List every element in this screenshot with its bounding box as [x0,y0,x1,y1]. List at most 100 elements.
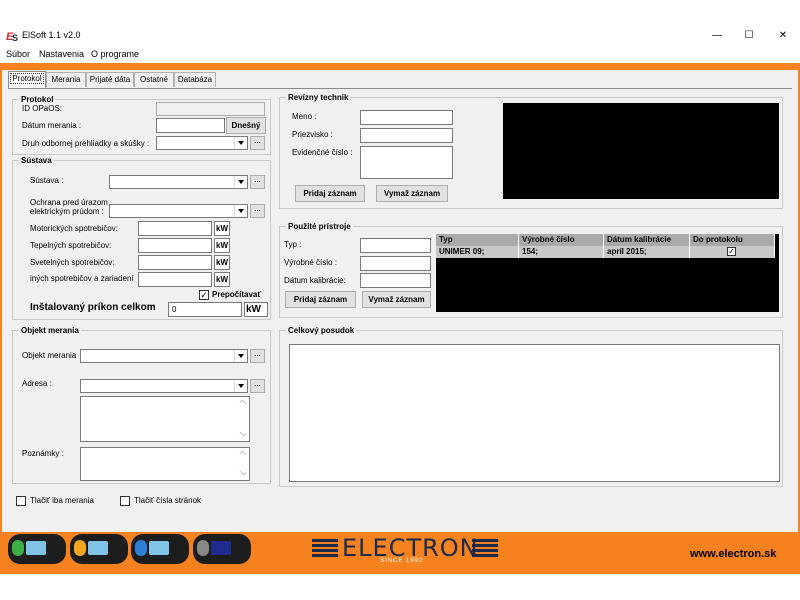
website-link[interactable]: www.electron.sk [690,548,776,560]
technik-list-panel[interactable] [503,103,779,199]
adresa-browse-button[interactable]: ... [250,379,265,393]
device-image-3 [131,534,189,564]
chevron-down-icon[interactable] [234,380,247,392]
scroll-up-icon[interactable] [239,450,247,458]
datum-merania-label: Dátum merania : [22,121,82,130]
window-title: ElSoft 1.1 v2.0 [22,30,81,40]
chevron-down-icon[interactable] [234,137,247,149]
tab-protokol[interactable]: Protokol [8,71,46,88]
typ-field[interactable] [360,238,431,253]
logo-stripes-left [312,539,338,557]
sustava-select[interactable] [109,175,248,189]
motorickych-field[interactable] [138,221,212,236]
scroll-down-icon[interactable] [239,468,247,476]
scroll-down-icon[interactable] [239,429,247,437]
prepocitavat-checkbox[interactable]: ✓ [199,290,209,300]
poznamky-scrollbar[interactable] [237,448,249,480]
ochrana-label-line1: Ochrana pred úrazom [30,198,108,207]
title-bar: E S ElSoft 1.1 v2.0 — ☐ ✕ [0,25,800,47]
druh-prehliadky-select[interactable] [156,136,248,150]
objekt-merania-browse-button[interactable]: ... [250,349,265,363]
adresa-scrollbar[interactable] [237,397,249,441]
tlacit-iba-merania-checkbox[interactable] [16,496,26,506]
datum-merania-field[interactable] [156,118,225,133]
menu-bar: Súbor Nastavenia O programe [0,47,800,63]
logo-stripes-right [472,539,498,557]
inych-field[interactable] [138,272,212,287]
objekt-merania-select[interactable] [80,349,248,363]
maximize-button[interactable]: ☐ [732,26,766,46]
evidencne-cislo-label: Evidenčné číslo : [292,148,353,157]
sustava-label: Sústava : [30,176,64,185]
id-opaos-field[interactable] [156,102,265,116]
revizny-technik-title: Revízny technik [286,93,351,102]
meno-label: Meno : [292,112,317,121]
celkovy-posudok-textarea[interactable] [289,344,780,482]
tab-page-border [8,88,792,89]
vyrobne-cislo-field[interactable] [360,256,431,271]
chevron-down-icon[interactable] [234,205,247,217]
svg-text:S: S [12,33,18,42]
grid-cell-do-protokolu[interactable]: ✓ [690,246,775,258]
tab-prijate-data[interactable]: Prijaté dáta [86,72,134,87]
tab-protokol-label: Protokol [10,73,44,84]
grid-header-typ[interactable]: Typ [436,234,519,246]
sustava-browse-button[interactable]: ... [250,175,265,189]
grid-header-vyrobne[interactable]: Výrobné číslo [519,234,604,246]
device-image-2 [70,534,128,564]
priezvisko-field[interactable] [360,128,453,143]
menu-nastavenia[interactable]: Nastavenia [39,49,84,59]
pristroje-pridaj-button[interactable]: Pridaj záznam [285,291,356,308]
dnesny-button[interactable]: Dnešný [226,117,266,134]
tepelnych-field[interactable] [138,238,212,253]
close-button[interactable]: ✕ [766,26,800,46]
scroll-up-icon[interactable] [239,399,247,407]
pristroje-vymaz-button[interactable]: Vymaž záznam [362,291,431,308]
chevron-down-icon[interactable] [234,350,247,362]
instalovany-prikon-unit: kW [244,302,268,317]
minimize-button[interactable]: — [700,26,734,46]
objekt-merania-label: Objekt merania [22,351,77,360]
protokol-group-title: Protokol [19,95,56,104]
tab-ostatne[interactable]: Ostatné [134,72,174,87]
sustava-group-title: Sústava [19,156,54,165]
grid-cell-datum[interactable]: apríl 2015; [604,246,690,258]
grid-header-do-protokolu[interactable]: Do protokolu [690,234,775,246]
inych-label: iných spotrebičov a zariadení [30,274,134,283]
grid-header-datum[interactable]: Dátum kalibrácie [604,234,690,246]
tepelnych-unit: kW [214,238,230,253]
poznamky-textarea[interactable] [80,447,250,481]
tlacit-cisla-stranok-checkbox[interactable] [120,496,130,506]
svetelnych-field[interactable] [138,255,212,270]
ochrana-browse-button[interactable]: ... [250,204,265,218]
adresa-select[interactable] [80,379,248,393]
adresa-textarea[interactable] [80,396,250,442]
revizny-pridaj-button[interactable]: Pridaj záznam [295,185,365,202]
pristroje-grid[interactable]: Typ Výrobné číslo Dátum kalibrácie Do pr… [436,234,779,312]
do-protokolu-checkbox[interactable]: ✓ [727,247,736,256]
objekt-merania-title: Objekt merania [19,326,81,335]
druh-prehliadky-label: Druh odbornej prehliadky a skúšky : [22,139,150,148]
grid-cell-typ[interactable]: UNIMER 09; [436,246,519,258]
typ-label: Typ : [284,240,302,249]
chevron-down-icon[interactable] [234,176,247,188]
datum-kalibracie-field[interactable] [360,273,431,288]
tab-databaza[interactable]: Databáza [174,72,216,87]
evidencne-cislo-field[interactable] [360,146,453,179]
adresa-label: Adresa : [22,379,52,388]
meno-field[interactable] [360,110,453,125]
tlacit-cisla-stranok-label: Tlačiť čísla stránok [134,496,202,505]
menu-o-programe[interactable]: O programe [91,49,139,59]
revizny-vymaz-button[interactable]: Vymaž záznam [376,185,448,202]
ochrana-label-line2: elektrickým prúdom : [30,207,104,216]
druh-prehliadky-browse-button[interactable]: ... [250,136,265,150]
tab-merania[interactable]: Merania [46,72,86,87]
celkovy-posudok-title: Celkový posudok [286,326,357,335]
ochrana-select[interactable] [109,204,248,218]
instalovany-prikon-label: Inštalovaný príkon celkom [30,302,156,313]
instalovany-prikon-field[interactable]: 0 [168,302,242,317]
grid-cell-vyrobne[interactable]: 154; [519,246,604,258]
orange-accent-band [0,63,800,70]
priezvisko-label: Priezvisko : [292,130,333,139]
menu-subor[interactable]: Súbor [6,49,30,59]
